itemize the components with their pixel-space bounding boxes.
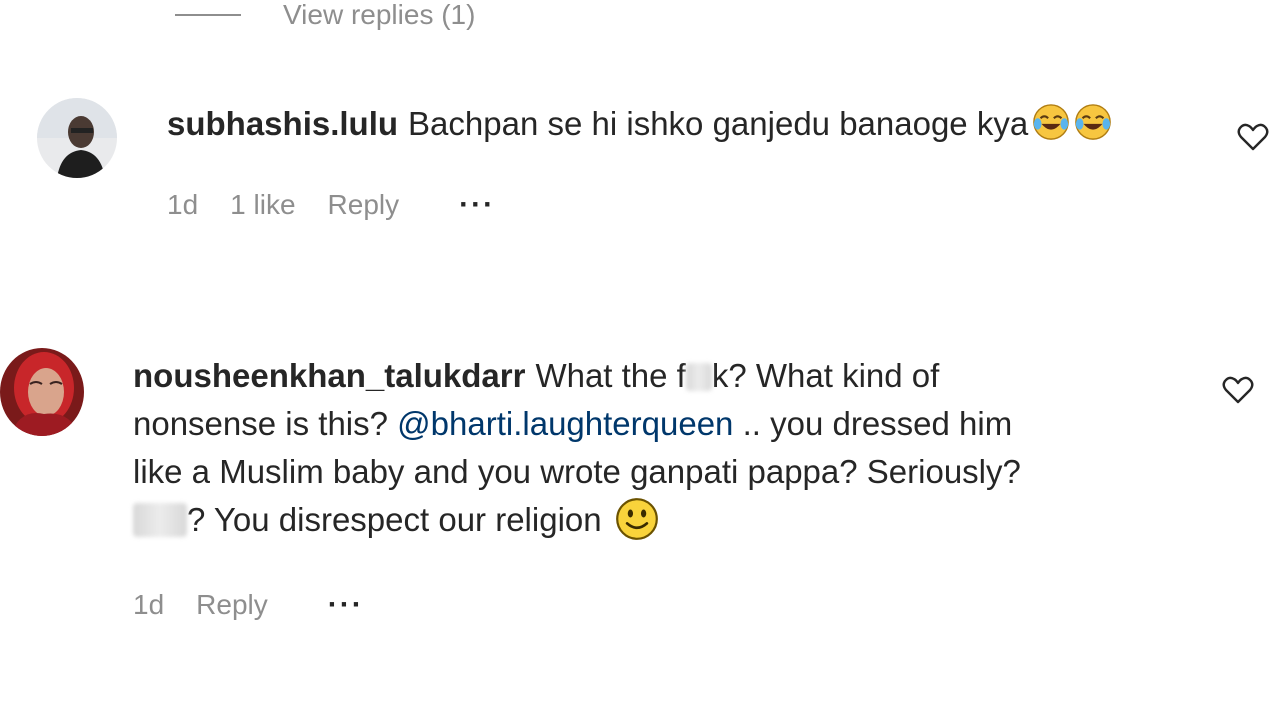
more-options-icon[interactable]: ···: [328, 588, 364, 622]
comment-time[interactable]: 1d: [167, 189, 198, 221]
comment-text: like a Muslim baby and you wrote ganpati…: [133, 453, 1021, 490]
comment-text: ? You disrespect our religion: [187, 501, 602, 538]
comment-username[interactable]: subhashis.lulu: [167, 105, 398, 142]
comment-text: .. you dressed him: [742, 405, 1013, 442]
comment-likes[interactable]: 1 like: [230, 189, 295, 221]
comment-text: nonsense is this?: [133, 405, 388, 442]
comment-text: k? What kind of: [711, 357, 940, 394]
face-with-tears-of-joy-icon: [1033, 104, 1069, 140]
reply-button[interactable]: Reply: [196, 589, 268, 621]
view-replies-link[interactable]: View replies (1): [175, 0, 475, 30]
censored-word: [133, 503, 187, 537]
more-options-icon[interactable]: ···: [459, 188, 495, 222]
mention-link[interactable]: @bharti.laughterqueen: [397, 405, 733, 442]
comment-body: nousheenkhan_talukdarr What the f k? What …: [133, 352, 1173, 544]
heart-outline-icon[interactable]: [1221, 375, 1255, 405]
censored-word: [685, 363, 712, 391]
comment-text: What the f: [535, 357, 686, 394]
avatar[interactable]: [37, 98, 117, 178]
avatar[interactable]: [0, 348, 84, 436]
view-replies-label: View replies (1): [283, 0, 476, 30]
face-with-tears-of-joy-icon: [1075, 104, 1111, 140]
comment-text: Bachpan se hi ishko ganjedu banaoge kya: [408, 105, 1029, 142]
heart-outline-icon[interactable]: [1236, 122, 1270, 152]
comment-meta: 1d Reply ···: [133, 588, 364, 622]
comment-meta: 1d 1 like Reply ···: [167, 188, 495, 222]
divider-line: [175, 14, 241, 16]
comment-time[interactable]: 1d: [133, 589, 164, 621]
reply-button[interactable]: Reply: [328, 189, 400, 221]
comment-username[interactable]: nousheenkhan_talukdarr: [133, 357, 525, 394]
slightly-smiling-face-icon: [615, 498, 658, 540]
comment-body: subhashis.lulu Bachpan se hi ishko ganjed…: [167, 100, 1112, 148]
